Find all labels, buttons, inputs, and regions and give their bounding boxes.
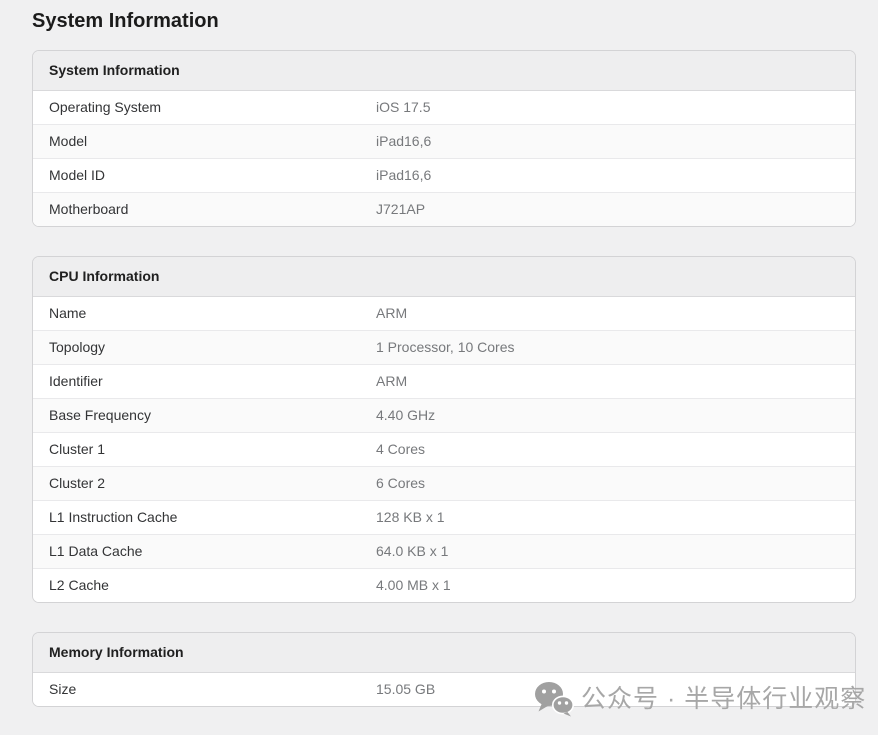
row-size: Size 15.05 GB — [33, 673, 855, 706]
section-body-system: Operating System iOS 17.5 Model iPad16,6… — [33, 91, 855, 226]
section-body-cpu: Name ARM Topology 1 Processor, 10 Cores … — [33, 297, 855, 602]
row-identifier: Identifier ARM — [33, 364, 855, 398]
section-header-memory: Memory Information — [33, 633, 855, 673]
row-l2-cache: L2 Cache 4.00 MB x 1 — [33, 568, 855, 602]
row-name: Name ARM — [33, 297, 855, 330]
row-label: Operating System — [49, 99, 162, 115]
cpu-information-card: CPU Information Name ARM Topology 1 Proc… — [32, 256, 856, 603]
row-base-frequency: Base Frequency 4.40 GHz — [33, 398, 855, 432]
row-label: Motherboard — [49, 201, 129, 217]
row-value: 1 Processor, 10 Cores — [376, 339, 515, 355]
row-value: 15.05 GB — [376, 681, 436, 697]
row-value: 4 Cores — [376, 441, 426, 457]
page-title: System Information — [32, 10, 219, 32]
section-body-memory: Size 15.05 GB — [33, 673, 855, 706]
row-value: 64.0 KB x 1 — [376, 543, 449, 559]
row-value: 4.40 GHz — [376, 407, 436, 423]
row-operating-system: Operating System iOS 17.5 — [33, 91, 855, 124]
row-value: 6 Cores — [376, 475, 426, 491]
row-label: Cluster 2 — [49, 475, 106, 491]
row-value: ARM — [376, 305, 408, 321]
row-value: iPad16,6 — [376, 167, 432, 183]
row-model: Model iPad16,6 — [33, 124, 855, 158]
row-label: Base Frequency — [49, 407, 151, 423]
row-model-id: Model ID iPad16,6 — [33, 158, 855, 192]
row-label: Cluster 1 — [49, 441, 106, 457]
row-label: Size — [49, 681, 77, 697]
row-topology: Topology 1 Processor, 10 Cores — [33, 330, 855, 364]
row-value: ARM — [376, 373, 408, 389]
row-label: Model ID — [49, 167, 106, 183]
section-header-cpu: CPU Information — [33, 257, 855, 297]
memory-information-card: Memory Information Size 15.05 GB — [32, 632, 856, 707]
row-label: Topology — [49, 339, 106, 355]
row-label: L1 Data Cache — [49, 543, 143, 559]
row-cluster-2: Cluster 2 6 Cores — [33, 466, 855, 500]
row-label: Identifier — [49, 373, 103, 389]
row-label: L2 Cache — [49, 577, 109, 593]
row-l1-data-cache: L1 Data Cache 64.0 KB x 1 — [33, 534, 855, 568]
row-value: iOS 17.5 — [376, 99, 431, 115]
row-label: L1 Instruction Cache — [49, 509, 178, 525]
row-cluster-1: Cluster 1 4 Cores — [33, 432, 855, 466]
system-information-card: System Information Operating System iOS … — [32, 50, 856, 227]
row-label: Name — [49, 305, 87, 321]
row-l1-instruction-cache: L1 Instruction Cache 128 KB x 1 — [33, 500, 855, 534]
row-motherboard: Motherboard J721AP — [33, 192, 855, 226]
row-value: 4.00 MB x 1 — [376, 577, 451, 593]
row-value: iPad16,6 — [376, 133, 432, 149]
row-value: 128 KB x 1 — [376, 509, 445, 525]
row-value: J721AP — [376, 201, 426, 217]
section-header-system: System Information — [33, 51, 855, 91]
row-label: Model — [49, 133, 88, 149]
